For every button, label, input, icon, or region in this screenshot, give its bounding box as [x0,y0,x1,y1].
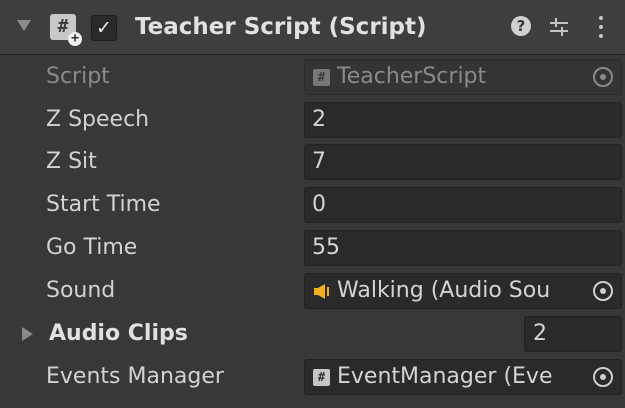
context-menu-icon[interactable] [596,16,606,38]
object-picker-icon [593,367,613,387]
events-manager-label: Events Manager [46,364,224,389]
sound-value: Walking (Audio Sou [337,278,551,303]
object-picker-button[interactable] [585,360,621,394]
foldout-arrow-icon[interactable] [22,327,33,341]
z-sit-row: Z Sit 7 [0,142,625,182]
audio-clips-row[interactable]: Audio Clips 2 [0,314,625,354]
sound-row: Sound Walking (Audio Sou [0,271,625,311]
script-value: TeacherScript [337,64,487,89]
script-icon: # + [50,14,82,46]
go-time-label: Go Time [46,235,138,260]
inspector-component: # + ✓ Teacher Script (Script) ? Script # … [0,0,625,408]
component-header[interactable]: # + ✓ Teacher Script (Script) ? [0,0,625,55]
start-time-label: Start Time [46,192,161,217]
go-time-value: 55 [312,235,340,260]
z-sit-value: 7 [312,149,326,174]
add-badge-icon: + [68,32,82,46]
go-time-row: Go Time 55 [0,228,625,268]
object-picker-button[interactable] [585,274,621,308]
object-picker-icon [593,67,613,87]
start-time-row: Start Time 0 [0,185,625,225]
component-title: Teacher Script (Script) [135,14,427,40]
start-time-value: 0 [312,192,326,217]
object-picker-button [585,60,621,94]
audio-clips-size-value: 2 [533,321,547,346]
script-field: # TeacherScript [304,59,622,95]
start-time-input[interactable]: 0 [304,187,622,223]
z-speech-value: 2 [312,107,326,132]
script-asset-icon: # [313,69,330,86]
object-picker-icon [593,281,613,301]
audio-clips-size-input[interactable]: 2 [524,316,622,352]
z-speech-row: Z Speech 2 [0,100,625,140]
z-speech-input[interactable]: 2 [304,102,622,138]
preset-icon[interactable] [548,15,570,39]
help-icon[interactable]: ? [511,16,531,36]
fold-arrow-icon[interactable] [17,20,31,31]
events-manager-object-field[interactable]: # EventManager (Eve [304,359,622,395]
audio-source-icon [314,284,329,299]
z-speech-label: Z Speech [46,107,150,132]
script-label: Script [46,64,110,89]
go-time-input[interactable]: 55 [304,230,622,266]
component-enabled-checkbox[interactable]: ✓ [91,15,117,41]
events-manager-value: EventManager (Eve [337,364,553,389]
script-asset-icon: # [313,369,330,386]
z-sit-label: Z Sit [46,149,97,174]
z-sit-input[interactable]: 7 [304,144,622,180]
sound-object-field[interactable]: Walking (Audio Sou [304,273,622,309]
audio-clips-label: Audio Clips [49,321,188,346]
sound-label: Sound [46,278,116,303]
events-manager-row: Events Manager # EventManager (Eve [0,357,625,397]
script-row: Script # TeacherScript [0,57,625,97]
